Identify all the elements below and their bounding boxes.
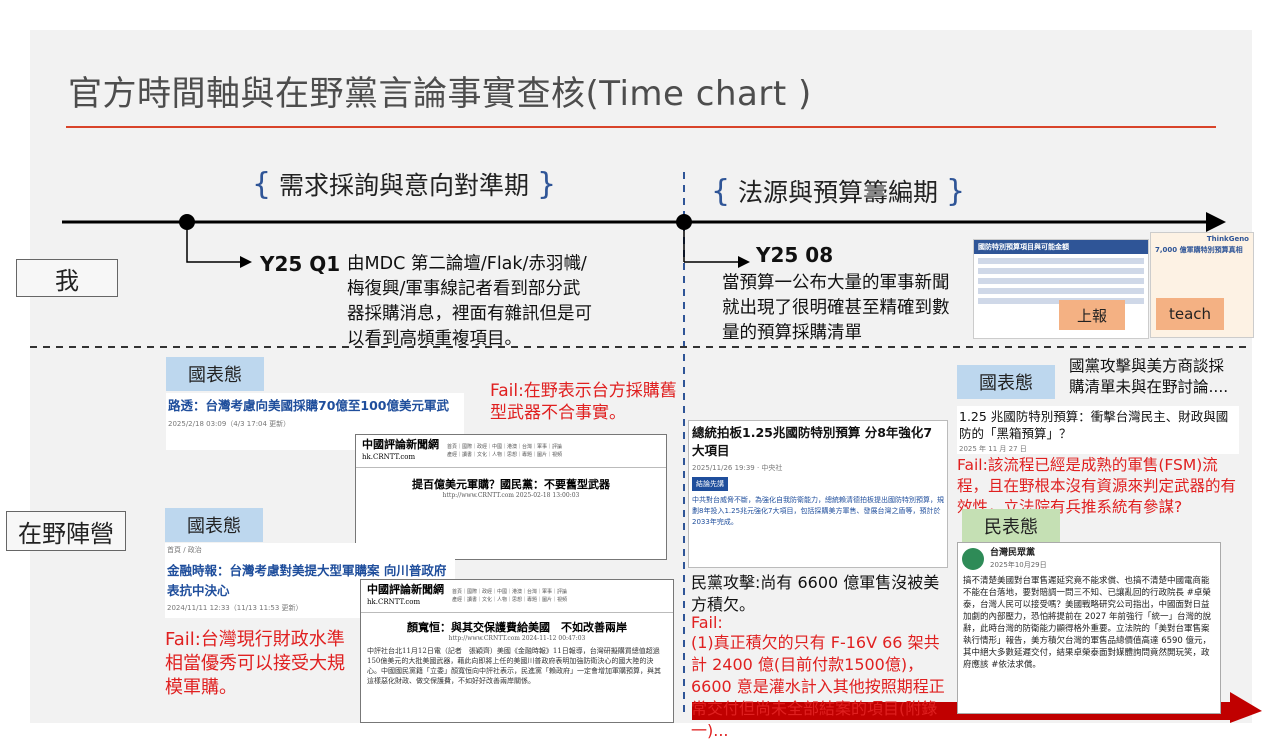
crntt-headline: 顏寬恒：與其交保護費給美國 不如改善兩岸 xyxy=(407,621,627,634)
crntt-article-2[interactable]: 中國評論新聞網 hk.CRNTT.com 首頁｜國際｜政經｜中國｜港澳｜台灣｜軍事… xyxy=(360,579,674,723)
blackbox-meta: 2025 年 11 月 27 日 xyxy=(959,445,1027,453)
row-label-opposition: 在野陣營 xyxy=(6,511,126,551)
report-thumb-title: 國防特別預算項目與可能金額 xyxy=(974,240,1148,254)
crntt-article-1[interactable]: 中國評論新聞網 hk.CRNTT.com 首頁｜國際｜政經｜中國｜港澳｜台灣｜軍事… xyxy=(355,434,667,560)
crntt-logo: 中國評論新聞網 hk.CRNTT.com xyxy=(362,438,439,462)
tpp-facebook-post[interactable]: 台灣民眾黨 2025年10月29日 搞不清楚美國對台軍售遲延究竟不能求償、也搞不… xyxy=(957,542,1221,714)
tag-gov-stance-3: 國表態 xyxy=(957,365,1055,399)
crntt-logo: 中國評論新聞網 hk.CRNTT.com xyxy=(367,583,444,607)
news-card-blackbox[interactable]: 1.25 兆國防特別預算：衝擊台灣民主、財政與國防的「黑箱預算」？ 2025 年… xyxy=(957,406,1239,454)
post-text: 搞不清楚美國對台軍售遲延究竟不能求償、也搞不清楚中國電商能不能在台落地，要對賠調… xyxy=(963,576,1212,670)
cna-body: 中共對台威脅不斷，為強化自我防衛能力，總統賴清德拍板提出國防特別預算，規劃8年投… xyxy=(692,496,944,526)
news-card-cna[interactable]: 總統拍板1.25兆國防特別預算 分8年強化7大項目 2025/11/26 19:… xyxy=(688,420,948,568)
post-author[interactable]: 台灣民眾黨 xyxy=(990,547,1047,559)
crntt-nav: 首頁｜國際｜政經｜中國｜港澳｜台灣｜軍事｜評論 產經｜讀書｜文化｜人物｜思想｜專題… xyxy=(452,589,568,603)
blackbox-title[interactable]: 1.25 兆國防特別預算：衝擊台灣民主、財政與國防的「黑箱預算」？ xyxy=(957,406,1239,444)
news-card-crumb: 首頁 / 政治 xyxy=(167,546,202,554)
teach-button[interactable]: teach xyxy=(1156,298,1224,330)
milestone-desc-q1: 由MDC 第二論壇/Flak/赤羽幟/梅復興/軍事線記者看到部分武器採購消息，裡… xyxy=(347,254,592,349)
crntt-subline: http://www.CRNTT.com 2024-11-12 00:47:03 xyxy=(448,635,586,642)
crntt-nav: 首頁｜國際｜政經｜中國｜港澳｜台灣｜軍事｜評論 產經｜讀書｜文化｜人物｜思想｜專題… xyxy=(447,444,563,458)
crntt-headline: 提百億美元軍購？國民黨：不要舊型武器 xyxy=(412,478,610,491)
teach-brand: ThinkGeno xyxy=(1206,235,1249,243)
post-date: 2025年10月29日 xyxy=(990,561,1047,569)
fail-note-2: Fail:台灣現行財政水準相當優秀可以接受大規模軍購。 xyxy=(165,629,345,698)
cna-headline[interactable]: 總統拍板1.25兆國防特別預算 分8年強化7大項目 xyxy=(689,421,947,463)
tag-gov-stance-2: 國表態 xyxy=(165,508,263,542)
avatar xyxy=(962,548,984,570)
fail-label: Fail: xyxy=(691,613,723,632)
crntt-subline: http://www.CRNTT.com 2025-02-18 13:00:03 xyxy=(442,492,580,499)
milestone-dot-q1 xyxy=(179,214,195,230)
opposition-claim-note: 國黨攻擊與美方商談採購清單未與在野討論.... xyxy=(1069,357,1229,396)
fail-note-1: Fail:在野表示台方採購舊型武器不合事實。 xyxy=(490,381,677,423)
tag-gov-stance-1: 國表態 xyxy=(166,357,264,391)
tag-public-stance: 民表態 xyxy=(962,509,1060,543)
report-button[interactable]: 上報 xyxy=(1059,300,1125,330)
fail-note-3: (1)真正積欠的只有 F-16V 66 架共計 2400 億(目前付款1500億… xyxy=(691,633,945,740)
milestone-quarter-08: Y25 08 xyxy=(756,243,834,267)
news-card-title[interactable]: 路透：台灣考慮向美國採購70億至100億美元軍武 xyxy=(166,393,464,419)
opposition-attack-note: 民黨攻擊:尚有 6600 億軍售沒被美方積欠。 xyxy=(691,573,940,614)
milestone-desc-08: 當預算一公布大量的軍事新聞就出現了很明確甚至精確到數量的預算採購清單 xyxy=(722,273,950,343)
teach-thumb-title: 7,000 億軍購特別預算真相 xyxy=(1155,246,1243,254)
cna-meta: 2025/11/26 19:39 · 中央社 xyxy=(692,464,783,472)
milestone-quarter-q1: Y25 Q1 xyxy=(260,252,341,276)
news-card-meta: 2025/2/18 03:09（4/3 17:04 更新） xyxy=(168,420,291,428)
row-label-me: 我 xyxy=(16,259,118,297)
milestone-dot-08 xyxy=(676,214,692,230)
crntt-body: 中評社台北11月12日電（記者 張穎齊）美國《金融時報》11日報導，台灣研擬購買… xyxy=(367,647,661,685)
cna-conclusion-badge: 結論先講 xyxy=(692,477,728,491)
